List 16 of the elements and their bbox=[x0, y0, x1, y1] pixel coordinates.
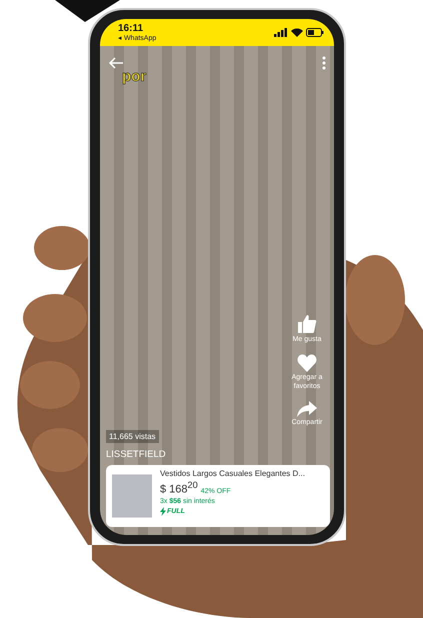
heart-icon bbox=[297, 354, 317, 372]
wifi-icon bbox=[291, 28, 303, 37]
video-caption: por bbox=[122, 68, 146, 85]
more-icon[interactable] bbox=[322, 56, 326, 70]
product-price: $ 168$^{20}$ bbox=[160, 480, 198, 496]
battery-icon bbox=[306, 28, 324, 37]
status-time: 16:11 bbox=[118, 24, 144, 34]
username[interactable]: LISSETFIELD bbox=[106, 449, 166, 460]
product-title: Vestidos Largos Casuales Elegantes D... bbox=[160, 469, 305, 478]
corner-shape bbox=[55, 0, 120, 22]
lightning-icon bbox=[160, 506, 166, 516]
thumbs-up-icon bbox=[296, 314, 317, 334]
share-arrow-icon bbox=[296, 401, 317, 418]
view-count: 11,665 vistas bbox=[106, 430, 159, 443]
back-arrow-icon[interactable] bbox=[108, 57, 124, 69]
signal-icon bbox=[274, 28, 288, 37]
